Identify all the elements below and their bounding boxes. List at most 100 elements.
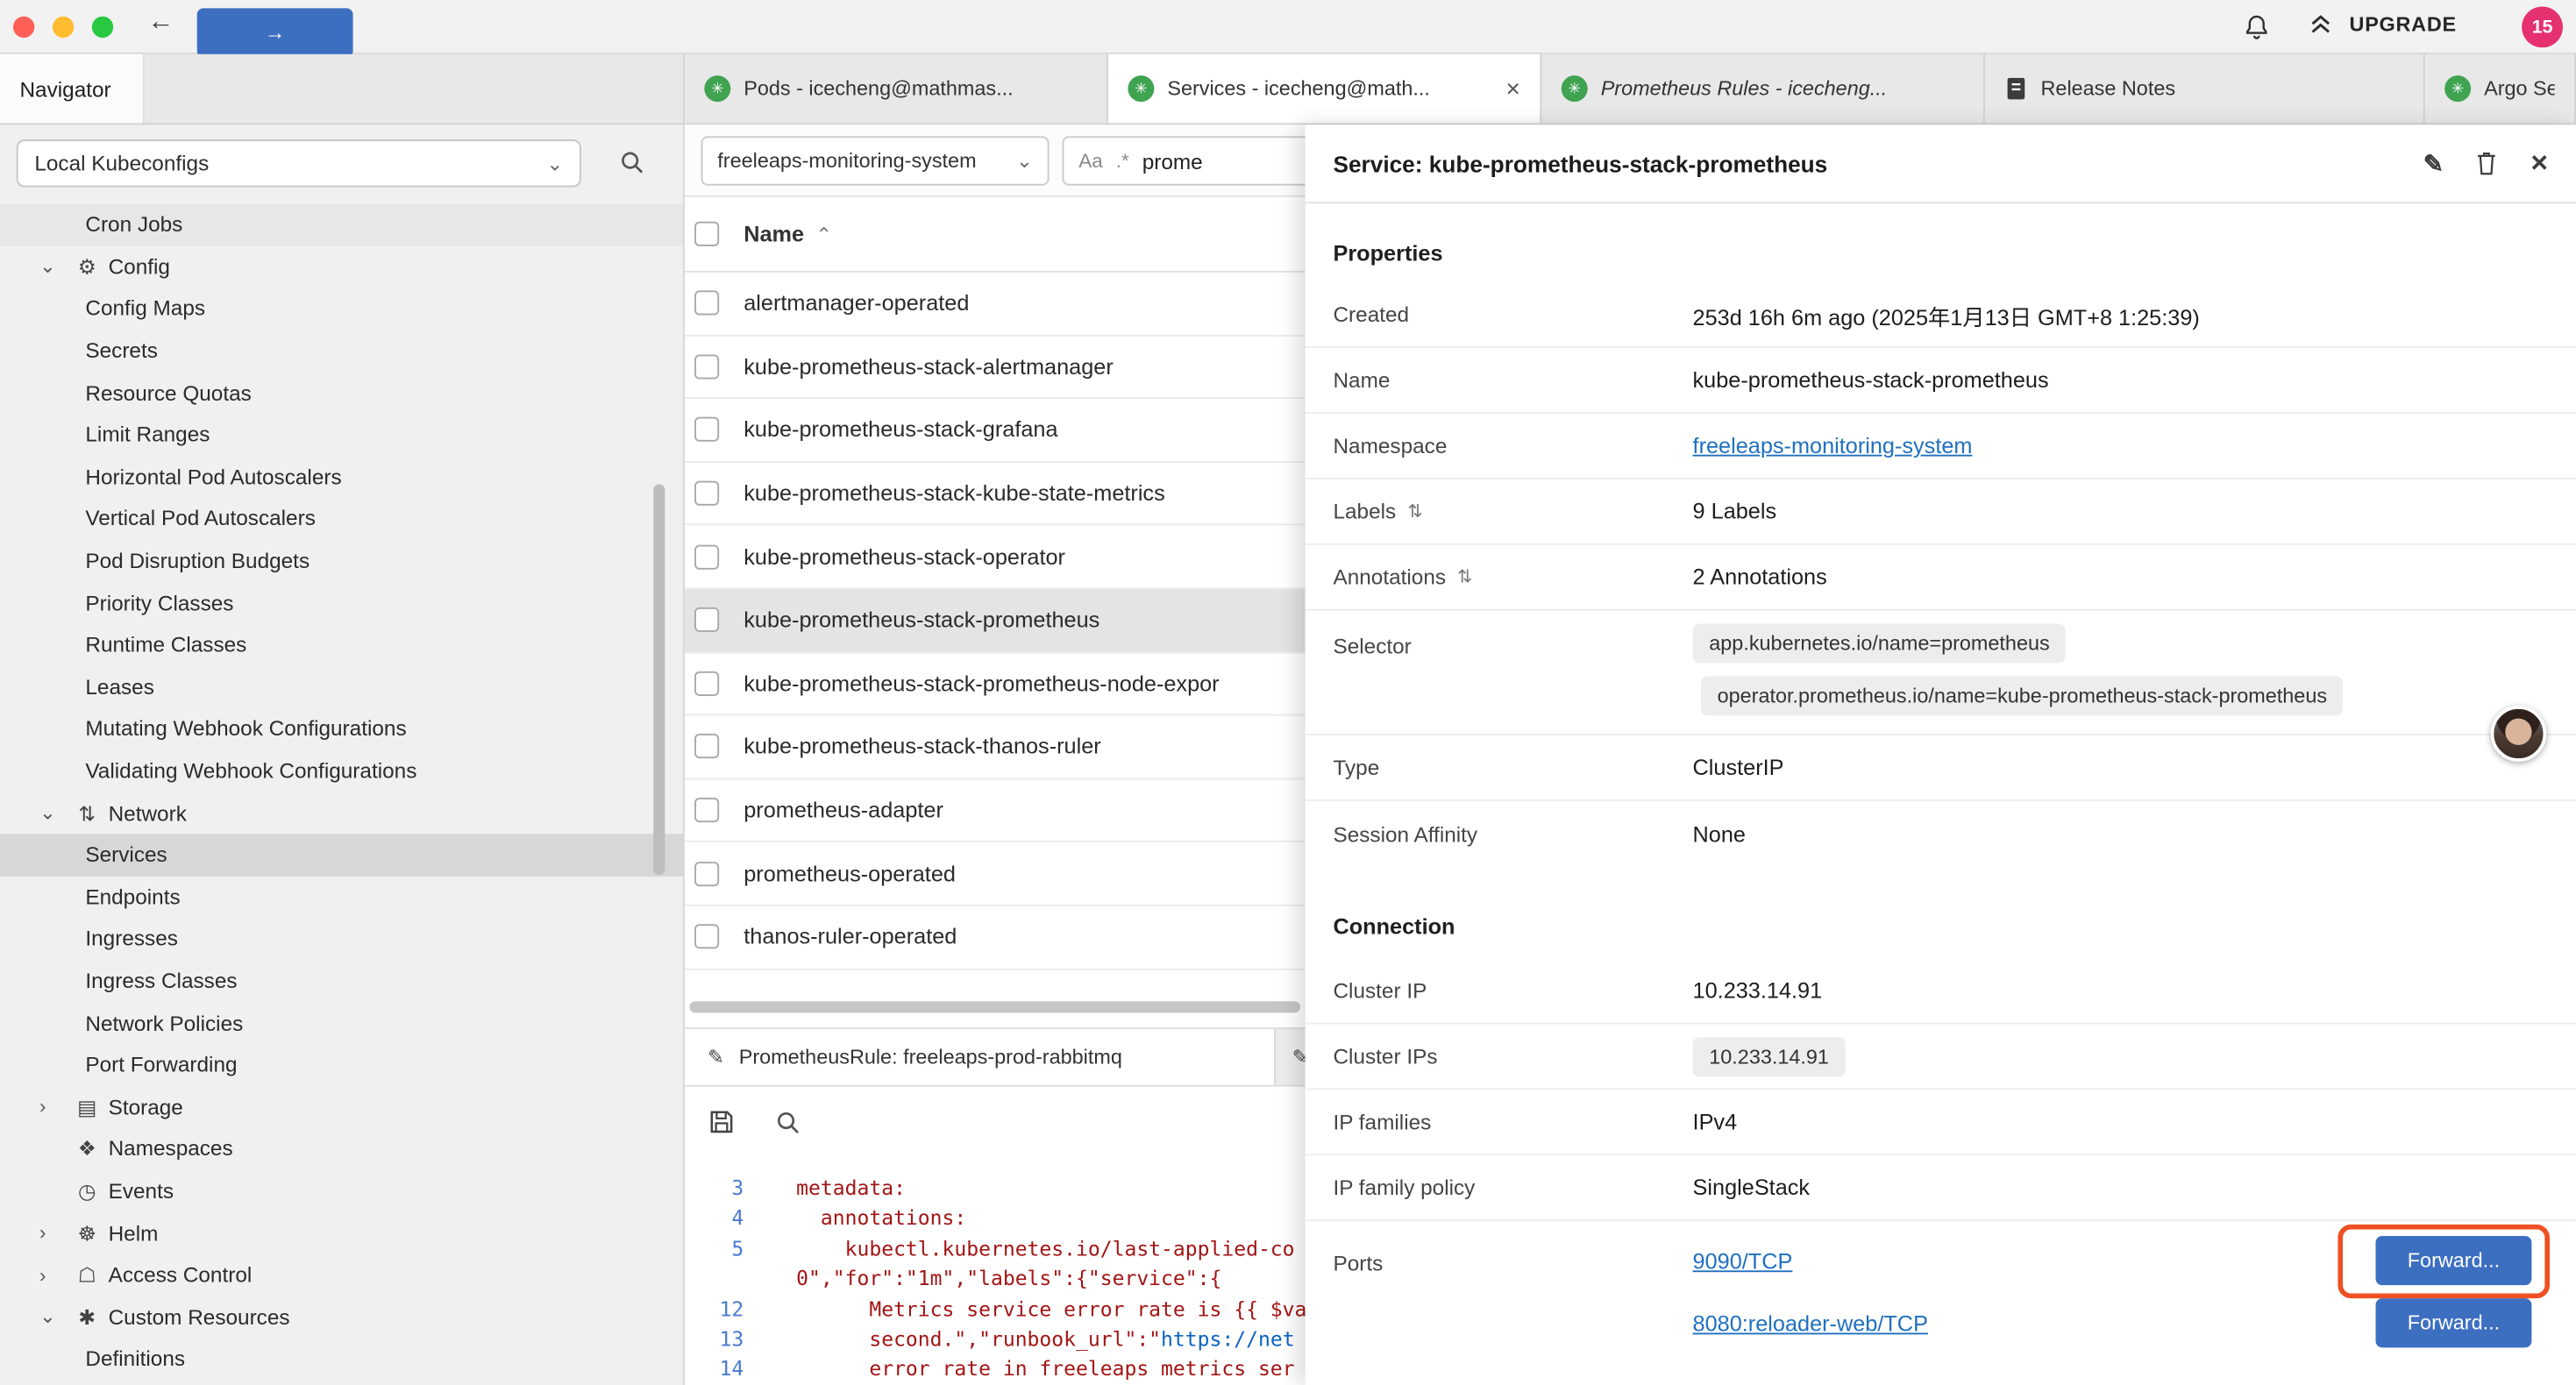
sidebar-item[interactable]: Cron Jobs (0, 203, 683, 245)
table-row[interactable]: kube-prometheus-stack-kube-state-metrics (685, 463, 1306, 526)
row-checkbox[interactable] (694, 418, 719, 443)
table-row[interactable]: kube-prometheus-stack-operator (685, 526, 1306, 589)
sidebar-item[interactable]: Validating Webhook Configurations (0, 749, 683, 792)
sidebar-item[interactable]: › ☸ Helm (0, 1211, 683, 1254)
traffic-light-zoom[interactable] (92, 17, 113, 38)
row-checkbox[interactable] (694, 671, 719, 696)
tab-argo[interactable]: ✳ Argo Se (2425, 54, 2576, 124)
navigator-header[interactable]: Navigator (0, 54, 145, 124)
close-panel-button[interactable]: × (2530, 146, 2548, 181)
tab-pods[interactable]: ✳ Pods - icecheng@mathmas... (685, 54, 1108, 124)
sidebar-item[interactable]: Runtime Classes (0, 623, 683, 665)
namespace-link[interactable]: freeleaps-monitoring-system (1693, 433, 1973, 458)
user-avatar[interactable] (2491, 706, 2547, 762)
row-checkbox[interactable] (694, 798, 719, 822)
sidebar-item[interactable]: Ingress Classes (0, 960, 683, 1002)
forward-button-8080[interactable]: Forward... (2376, 1298, 2532, 1347)
table-row[interactable]: kube-prometheus-stack-thanos-ruler (685, 716, 1306, 779)
table-row[interactable]: prometheus-operated (685, 842, 1306, 906)
sidebar-item[interactable]: Priority Classes (0, 582, 683, 624)
sidebar-item[interactable]: Services (0, 834, 683, 876)
row-checkbox[interactable] (694, 291, 719, 316)
chevron-icon[interactable]: ⌄ (39, 1305, 69, 1328)
chevron-icon[interactable]: ⌄ (39, 255, 69, 278)
sort-caret-icon[interactable]: ⌃ (815, 223, 832, 245)
sidebar-item[interactable]: › ▤ Storage (0, 1086, 683, 1128)
sidebar-item[interactable]: Vertical Pod Autoscalers (0, 498, 683, 540)
delete-button[interactable] (2475, 149, 2500, 177)
regex-toggle[interactable]: .* (1116, 149, 1129, 172)
namespace-filter-select[interactable]: freeleaps-monitoring-system ⌄ (701, 136, 1050, 185)
table-row[interactable]: thanos-ruler-operated (685, 906, 1306, 970)
sidebar-item[interactable]: ⌄ ✱ Custom Resources (0, 1296, 683, 1338)
port-link-8080[interactable]: 8080:reloader-web/TCP (1693, 1310, 1928, 1335)
table-row[interactable]: kube-prometheus-stack-grafana (685, 399, 1306, 462)
save-button[interactable] (708, 1108, 736, 1136)
forward-button[interactable]: → (197, 8, 353, 57)
row-checkbox[interactable] (694, 925, 719, 949)
dock-tab-overflow[interactable]: ✎ (1276, 1029, 1306, 1085)
table-row[interactable]: kube-prometheus-stack-prometheus-node-ex… (685, 652, 1306, 715)
sidebar-item[interactable]: ❖ Namespaces (0, 1128, 683, 1170)
notification-badge[interactable]: 15 (2522, 6, 2563, 47)
table-row[interactable]: alertmanager-operated (685, 273, 1306, 336)
sidebar-item[interactable]: Definitions (0, 1338, 683, 1380)
match-case-toggle[interactable]: Aa (1078, 149, 1103, 172)
row-checkbox[interactable] (694, 607, 719, 632)
property-label: IP family policy (1333, 1175, 1475, 1200)
table-row[interactable]: kube-prometheus-stack-prometheus (685, 589, 1306, 652)
table-row[interactable]: prometheus-adapter (685, 779, 1306, 842)
sidebar-item[interactable]: Endpoints (0, 876, 683, 918)
edit-icon: ✎ (1292, 1046, 1306, 1069)
row-checkbox[interactable] (694, 735, 719, 759)
sidebar-search-icon[interactable] (619, 149, 645, 175)
tab-release-notes[interactable]: Release Notes (1985, 54, 2425, 124)
dock-tab-prometheusrule[interactable]: ✎ PrometheusRule: freeleaps-prod-rabbitm… (685, 1029, 1276, 1085)
horizontal-scrollbar[interactable] (689, 1001, 1300, 1012)
tab-services[interactable]: ✳ Services - icecheng@math... × (1108, 54, 1541, 124)
row-checkbox[interactable] (694, 481, 719, 506)
chevron-icon[interactable]: ⌄ (39, 801, 69, 824)
notifications-bell-icon[interactable] (2243, 11, 2271, 43)
chevron-icon[interactable]: › (39, 1221, 69, 1244)
row-checkbox[interactable] (694, 861, 719, 885)
sidebar-scrollbar[interactable] (653, 484, 665, 875)
upgrade-button[interactable]: UPGRADE (2305, 10, 2457, 38)
sidebar-item[interactable]: Pod Disruption Budgets (0, 540, 683, 582)
chevron-icon[interactable]: › (39, 1095, 69, 1118)
sidebar-item[interactable]: Limit Ranges (0, 414, 683, 456)
sidebar-item[interactable]: ⌄ ⇅ Network (0, 792, 683, 834)
sidebar-item[interactable]: ⌄ ⚙ Config (0, 245, 683, 288)
expand-sort-icon[interactable]: ⇅ (1457, 566, 1472, 587)
expand-sort-icon[interactable]: ⇅ (1407, 501, 1422, 522)
sidebar-item[interactable]: Horizontal Pod Autoscalers (0, 456, 683, 498)
back-button[interactable]: ← (148, 8, 174, 38)
port-link-9090[interactable]: 9090/TCP (1693, 1248, 1793, 1273)
row-checkbox[interactable] (694, 354, 719, 379)
edit-button[interactable]: ✎ (2423, 148, 2444, 178)
search-input[interactable]: Aa .* prome (1063, 136, 1306, 185)
select-all-checkbox[interactable] (694, 222, 719, 246)
kubeconfig-selector[interactable]: Local Kubeconfigs ⌄ (17, 139, 581, 187)
sidebar-item[interactable]: Mutating Webhook Configurations (0, 707, 683, 749)
close-tab-icon[interactable]: × (1506, 75, 1520, 103)
sidebar-item[interactable]: › ☖ Access Control (0, 1254, 683, 1296)
yaml-editor[interactable]: 3 metadata: 4 annotations: 5 kubectl.kub… (685, 1157, 1306, 1385)
chevron-icon[interactable]: › (39, 1263, 69, 1286)
sidebar-item[interactable]: Secrets (0, 330, 683, 372)
sidebar-item[interactable]: ◷ Events (0, 1169, 683, 1211)
row-checkbox[interactable] (694, 544, 719, 569)
sidebar-item[interactable]: Ingresses (0, 918, 683, 960)
name-column-header[interactable]: Name (744, 222, 804, 246)
editor-search-button[interactable] (775, 1109, 801, 1135)
sidebar-item[interactable]: Config Maps (0, 288, 683, 330)
sidebar-item[interactable]: Network Policies (0, 1002, 683, 1044)
sidebar-item[interactable]: Resource Quotas (0, 372, 683, 414)
sidebar-item[interactable]: Port Forwarding (0, 1044, 683, 1086)
cluster-icon: ✳ (1562, 75, 1588, 102)
tab-prometheus-rules[interactable]: ✳ Prometheus Rules - icecheng... (1541, 54, 1985, 124)
table-row[interactable]: kube-prometheus-stack-alertmanager (685, 336, 1306, 399)
traffic-light-close[interactable] (13, 17, 34, 38)
sidebar-item[interactable]: Leases (0, 665, 683, 707)
traffic-light-minimize[interactable] (53, 17, 74, 38)
